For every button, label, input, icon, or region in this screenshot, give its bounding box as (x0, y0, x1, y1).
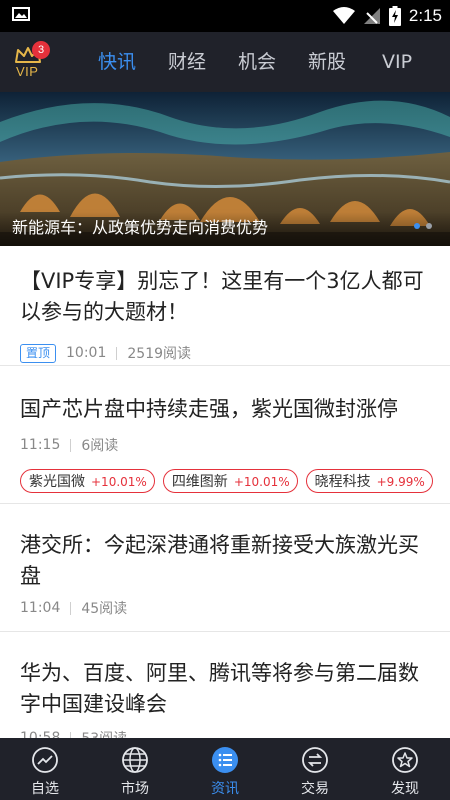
stock-chip[interactable]: 紫光国微 +10.01% (20, 469, 155, 493)
nav-label: 资讯 (211, 781, 239, 797)
carousel-dot-active[interactable] (414, 223, 420, 229)
news-item[interactable]: 【VIP专享】别忘了！这里有一个3亿人都可以参与的大题材！ 置顶 10:01 2… (0, 246, 450, 366)
news-reads: 45阅读 (81, 601, 128, 617)
carousel-dot[interactable] (426, 223, 432, 229)
wifi-icon (332, 7, 355, 24)
stock-chip[interactable]: 四维图新 +10.01% (162, 469, 298, 493)
news-reads: 6阅读 (81, 438, 119, 454)
nav-label: 交易 (301, 781, 329, 797)
related-stocks: 紫光国微 +10.01% 四维图新 +10.01% 晓程科技 +9.99% (20, 469, 433, 493)
category-tabs: 快讯 财经 机会 新股 VIP (82, 32, 432, 92)
exchange-icon (302, 747, 328, 773)
news-time: 11:15 (20, 437, 61, 453)
news-reads: 2519阅读 (127, 346, 192, 362)
meta-divider (70, 601, 72, 615)
featured-banner[interactable]: 新能源车：从政策优势走向消费优势 (0, 92, 450, 246)
news-title: 【VIP专享】别忘了！这里有一个3亿人都可以参与的大题材！ (20, 269, 424, 324)
banner-caption-overlay: 新能源车：从政策优势走向消费优势 (0, 212, 450, 246)
news-meta: 置顶 10:01 2519阅读 (20, 343, 430, 363)
star-icon (392, 747, 418, 773)
nav-watchlist[interactable]: 自选 (0, 738, 90, 800)
list-icon (212, 747, 238, 773)
stock-change: +10.01% (233, 475, 290, 489)
nav-label: 市场 (121, 781, 149, 797)
nav-label: 发现 (391, 781, 419, 797)
tab-jihui[interactable]: 机会 (222, 32, 292, 92)
news-item[interactable]: 国产芯片盘中持续走强，紫光国微封涨停 11:15 6阅读 紫光国微 +10.01%… (0, 366, 450, 504)
news-title: 华为、百度、阿里、腾讯等将参与第二届数字中国建设峰会 (20, 661, 419, 716)
news-time: 11:04 (20, 600, 61, 616)
news-meta: 11:15 6阅读 (20, 435, 430, 455)
stock-change: +9.99% (376, 475, 425, 489)
image-notification-icon (12, 7, 30, 21)
stock-name: 四维图新 (171, 474, 228, 490)
nav-label: 自选 (31, 781, 59, 797)
meta-divider (116, 346, 118, 360)
banner-caption: 新能源车：从政策优势走向消费优势 (12, 218, 269, 237)
stock-name: 晓程科技 (314, 474, 371, 490)
meta-divider (70, 438, 72, 452)
stock-change: +10.01% (91, 475, 147, 489)
nav-trade[interactable]: 交易 (270, 738, 360, 800)
stock-name: 紫光国微 (29, 474, 85, 490)
globe-icon (122, 747, 148, 773)
trend-icon (32, 747, 58, 773)
tab-xingu[interactable]: 新股 (292, 32, 362, 92)
no-signal-icon (363, 8, 380, 24)
carousel-indicator (414, 223, 432, 229)
vip-label: VIP (16, 64, 39, 79)
top-navigation: VIP 3 快讯 财经 机会 新股 VIP (0, 32, 450, 92)
tab-caijing[interactable]: 财经 (152, 32, 222, 92)
tab-vip[interactable]: VIP (362, 32, 432, 92)
stock-chip[interactable]: 晓程科技 +9.99% (305, 469, 433, 493)
nav-market[interactable]: 市场 (90, 738, 180, 800)
pinned-badge: 置顶 (20, 343, 57, 363)
status-time: 2:15 (408, 6, 442, 25)
news-meta: 11:04 45阅读 (20, 598, 430, 618)
vip-button[interactable]: VIP 3 (12, 40, 52, 84)
news-time: 10:01 (66, 345, 107, 361)
news-title: 港交所：今起深港通将重新接受大族激光买盘 (20, 533, 419, 588)
vip-count-badge: 3 (32, 41, 50, 59)
battery-charging-icon (388, 6, 401, 26)
tab-kuaixun[interactable]: 快讯 (82, 32, 152, 92)
news-item[interactable]: 港交所：今起深港通将重新接受大族激光买盘 11:04 45阅读 (0, 504, 450, 632)
news-title: 国产芯片盘中持续走强，紫光国微封涨停 (20, 397, 398, 421)
nav-news[interactable]: 资讯 (180, 738, 270, 800)
status-bar: 2:15 (0, 0, 450, 32)
bottom-navigation: 自选 市场 资讯 交易 发现 (0, 738, 450, 800)
nav-discover[interactable]: 发现 (360, 738, 450, 800)
news-list: 【VIP专享】别忘了！这里有一个3亿人都可以参与的大题材！ 置顶 10:01 2… (0, 246, 450, 762)
